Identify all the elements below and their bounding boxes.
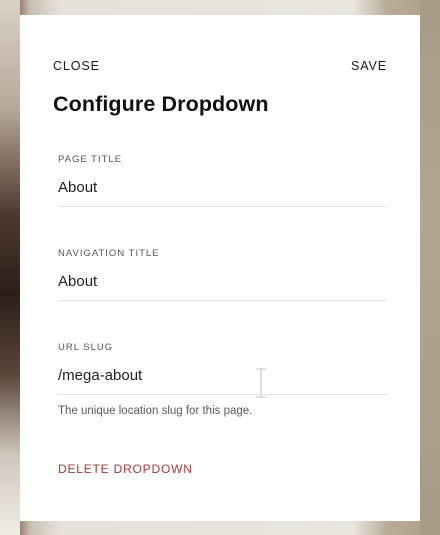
page-title-label: PAGE TITLE [58, 154, 123, 165]
url-slug-help-text: The unique location slug for this page. [58, 405, 253, 417]
configure-dropdown-modal: CLOSE SAVE Configure Dropdown PAGE TITLE… [20, 15, 420, 521]
save-button[interactable]: SAVE [351, 59, 387, 73]
url-slug-field: URL SLUG The unique location slug for th… [58, 342, 387, 417]
navigation-title-input[interactable] [58, 273, 387, 301]
navigation-title-field: NAVIGATION TITLE [58, 248, 387, 301]
page-title-input[interactable] [58, 179, 387, 207]
close-button[interactable]: CLOSE [53, 59, 100, 73]
delete-dropdown-button[interactable]: DELETE DROPDOWN [58, 462, 193, 476]
text-cursor-icon [256, 368, 266, 398]
page-title-field: PAGE TITLE [58, 154, 387, 207]
modal-title: Configure Dropdown [53, 92, 269, 116]
url-slug-label: URL SLUG [58, 342, 114, 353]
navigation-title-label: NAVIGATION TITLE [58, 248, 160, 259]
url-slug-input[interactable] [58, 367, 387, 395]
modal-header-bar: CLOSE SAVE [53, 59, 387, 75]
